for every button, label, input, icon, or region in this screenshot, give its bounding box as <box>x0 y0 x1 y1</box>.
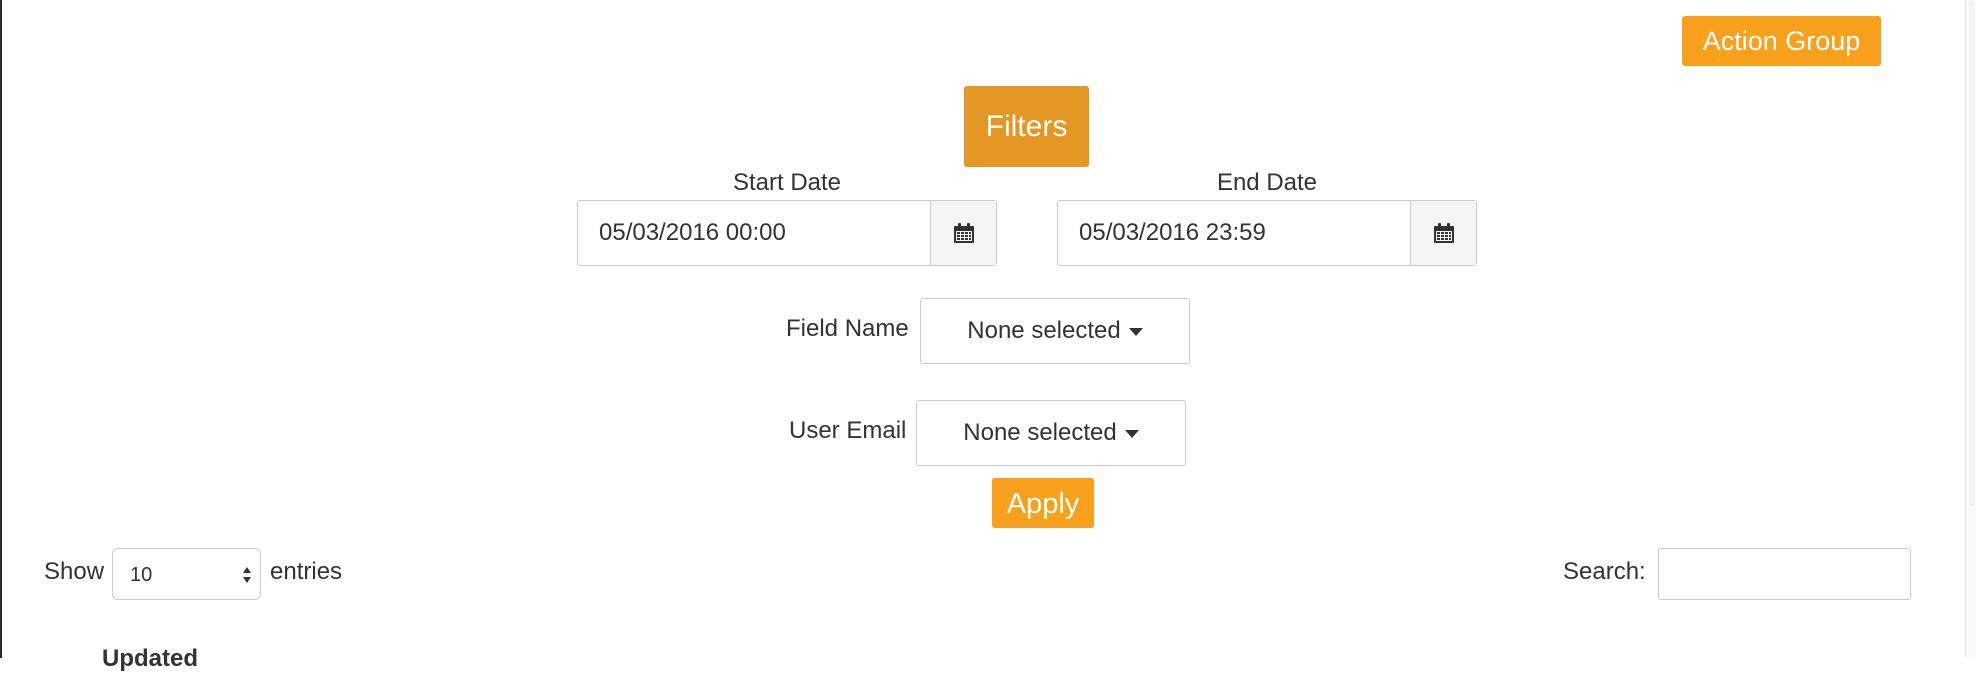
vertical-scrollbar[interactable] <box>1965 0 1976 658</box>
end-date-input[interactable] <box>1058 201 1410 265</box>
entries-label: entries <box>270 558 343 585</box>
field-name-dropdown[interactable]: None selected <box>920 298 1190 364</box>
start-date-input[interactable] <box>578 201 930 265</box>
user-email-dropdown[interactable]: None selected <box>916 400 1186 466</box>
caret-down-icon <box>1128 328 1143 336</box>
start-date-label: Start Date <box>732 169 842 196</box>
search-label: Search: <box>1563 558 1646 585</box>
end-date-group <box>1057 200 1477 266</box>
show-label: Show <box>44 558 105 585</box>
end-date-picker-button[interactable] <box>1410 201 1476 265</box>
window-left-border <box>0 0 2 658</box>
user-email-label: User Email <box>789 417 907 444</box>
calendar-icon <box>1433 223 1454 243</box>
field-name-label: Field Name <box>786 315 909 342</box>
end-date-label: End Date <box>1216 169 1318 196</box>
entries-per-page-select[interactable]: 10 <box>112 548 261 600</box>
apply-button[interactable]: Apply <box>992 478 1094 528</box>
select-arrows-icon <box>243 567 251 583</box>
action-group-button[interactable]: Action Group <box>1682 16 1881 66</box>
field-name-selected-text: None selected <box>967 317 1121 344</box>
scrollbar-thumb[interactable] <box>1969 0 1974 505</box>
column-header-updated[interactable]: Updated <box>102 644 198 674</box>
calendar-icon <box>953 223 974 243</box>
user-email-selected-text: None selected <box>963 419 1117 446</box>
start-date-group <box>577 200 997 266</box>
filters-button[interactable]: Filters <box>964 86 1089 167</box>
search-input[interactable] <box>1658 548 1911 600</box>
start-date-picker-button[interactable] <box>930 201 996 265</box>
entries-per-page-value: 10 <box>130 564 153 586</box>
caret-down-icon <box>1124 430 1139 438</box>
